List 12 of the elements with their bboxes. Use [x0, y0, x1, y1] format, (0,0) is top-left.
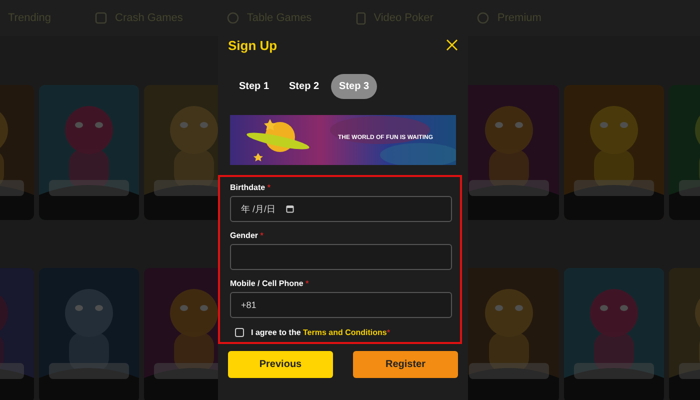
register-button[interactable]: Register	[353, 351, 458, 378]
terms-link[interactable]: Terms and Conditions	[303, 328, 387, 337]
step-tab[interactable]: Step 2	[281, 74, 328, 99]
field-label: Gender *	[230, 231, 264, 240]
phone-field[interactable]: +81	[230, 292, 452, 318]
field-label: Mobile / Cell Phone *	[230, 279, 310, 288]
step-tab[interactable]: Step 1	[231, 74, 278, 99]
agreement-text: I agree to the Terms and Conditions*	[251, 328, 390, 337]
step-tab[interactable]: Step 3	[331, 74, 378, 99]
previous-button[interactable]: Previous	[228, 351, 333, 378]
date-field[interactable]: 年 /月/日	[230, 196, 452, 222]
dialog-title: Sign Up	[228, 38, 278, 52]
